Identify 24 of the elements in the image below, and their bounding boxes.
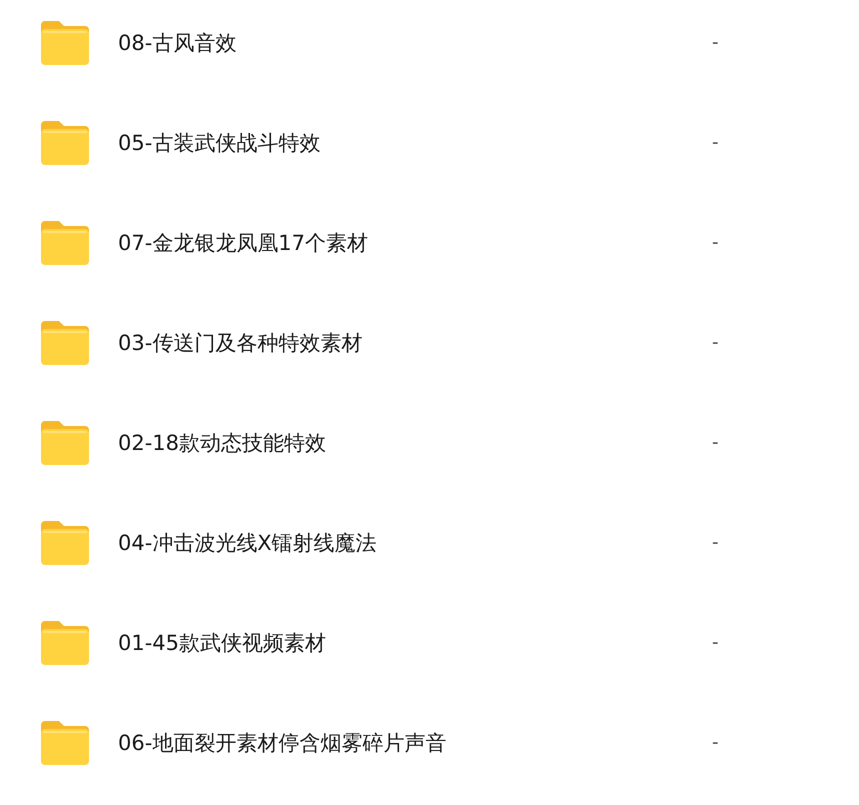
folder-icon [41, 121, 89, 165]
file-size: - [712, 631, 718, 655]
folder-icon [41, 321, 89, 365]
file-size: - [712, 331, 718, 355]
folder-icon [41, 421, 89, 465]
folder-name[interactable]: 04-冲击波光线X镭射线魔法 [118, 521, 678, 565]
file-size: - [712, 131, 718, 155]
file-size: - [712, 731, 718, 755]
folder-name[interactable]: 03-传送门及各种特效素材 [118, 321, 678, 365]
file-size: - [712, 231, 718, 255]
folder-icon [41, 721, 89, 765]
folder-icon [41, 621, 89, 665]
folder-name[interactable]: 02-18款动态技能特效 [118, 421, 678, 465]
folder-name[interactable]: 01-45款武侠视频素材 [118, 621, 678, 665]
folder-name[interactable]: 07-金龙银龙凤凰17个素材 [118, 221, 678, 265]
folder-icon [41, 521, 89, 565]
folder-icon [41, 221, 89, 265]
file-size: - [712, 531, 718, 555]
folder-icon [41, 21, 89, 65]
folder-name[interactable]: 08-古风音效 [118, 21, 678, 65]
file-size: - [712, 31, 718, 55]
folder-name[interactable]: 06-地面裂开素材停含烟雾碎片声音 [118, 721, 678, 765]
folder-name[interactable]: 05-古装武侠战斗特效 [118, 121, 678, 165]
file-size: - [712, 431, 718, 455]
